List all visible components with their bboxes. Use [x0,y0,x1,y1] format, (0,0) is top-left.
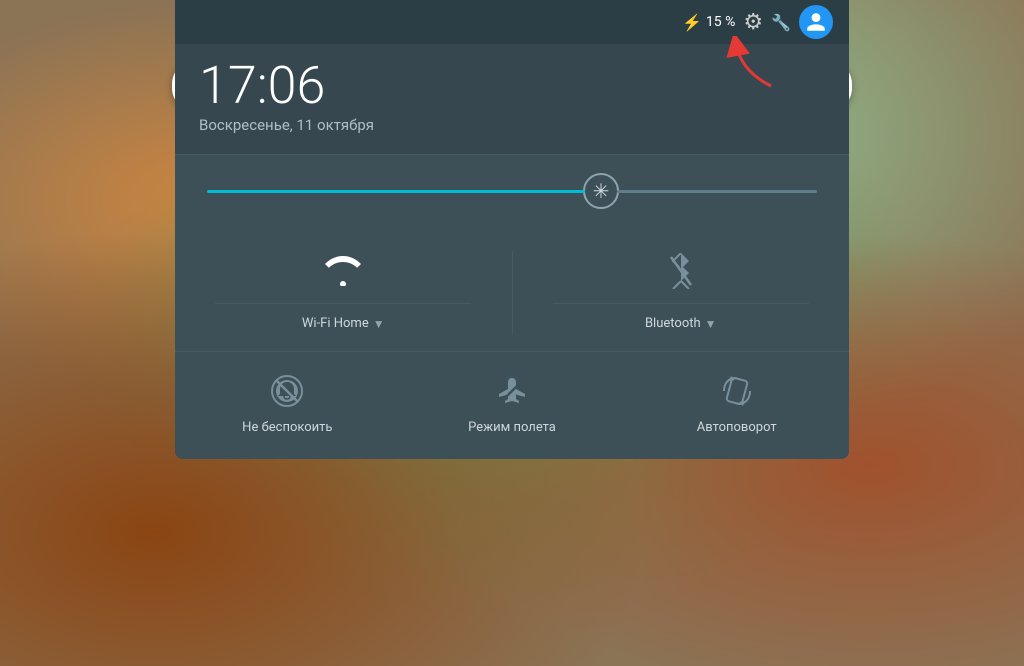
clock-info: 17:06 Воскресенье, 11 октября [199,60,825,134]
autorotate-toggle[interactable]: Автоповорот [624,352,849,435]
quick-toggles-row: Wi-Fi Home ▼ Bluetooth ▼ [175,227,849,351]
airplane-toggle[interactable]: Режим полета [400,352,625,435]
bottom-toggles-row: Не беспокоить Режим полета [175,351,849,459]
clock-date: Воскресенье, 11 октября [199,116,825,134]
notification-panel: ⚡ 15 % ⚙ 🔧 17:06 Воскресенье [175,0,849,459]
wifi-toggle-divider [215,303,471,304]
bluetooth-toggle-divider [553,303,809,304]
clock-section: 17:06 Воскресенье, 11 октября [175,44,849,154]
battery-icon: ⚡ [682,13,702,32]
battery-info: ⚡ 15 % [682,13,735,32]
autorotate-icon [719,372,755,410]
status-bar: ⚡ 15 % ⚙ 🔧 [175,0,849,44]
wifi-label: Wi-Fi Home ▼ [302,316,385,331]
bluetooth-dropdown-arrow[interactable]: ▼ [705,317,717,331]
autorotate-label: Автоповорот [697,420,777,435]
brightness-thumb[interactable]: ✳ [583,173,619,209]
dnd-icon [270,372,304,410]
wrench-icon: 🔧 [771,13,791,32]
bluetooth-icon [667,251,695,291]
airplane-label: Режим полета [468,420,556,435]
bluetooth-label: Bluetooth ▼ [645,316,717,331]
settings-button[interactable]: ⚙ [743,10,763,35]
clock-time: 17:06 [199,60,825,112]
brightness-section[interactable]: ✳ [175,155,849,227]
airplane-icon [495,372,529,410]
user-avatar[interactable] [799,5,833,39]
wifi-dropdown-arrow[interactable]: ▼ [373,317,385,331]
dnd-toggle[interactable]: Не беспокоить [175,352,400,435]
brightness-sun-icon: ✳ [593,179,610,203]
wifi-icon [325,251,361,291]
bluetooth-toggle[interactable]: Bluetooth ▼ [513,235,850,351]
brightness-track-empty [617,190,817,193]
battery-percent: 15 % [706,14,735,30]
wifi-toggle[interactable]: Wi-Fi Home ▼ [175,235,512,351]
brightness-track-filled [207,190,585,193]
dnd-label: Не беспокоить [242,420,332,435]
